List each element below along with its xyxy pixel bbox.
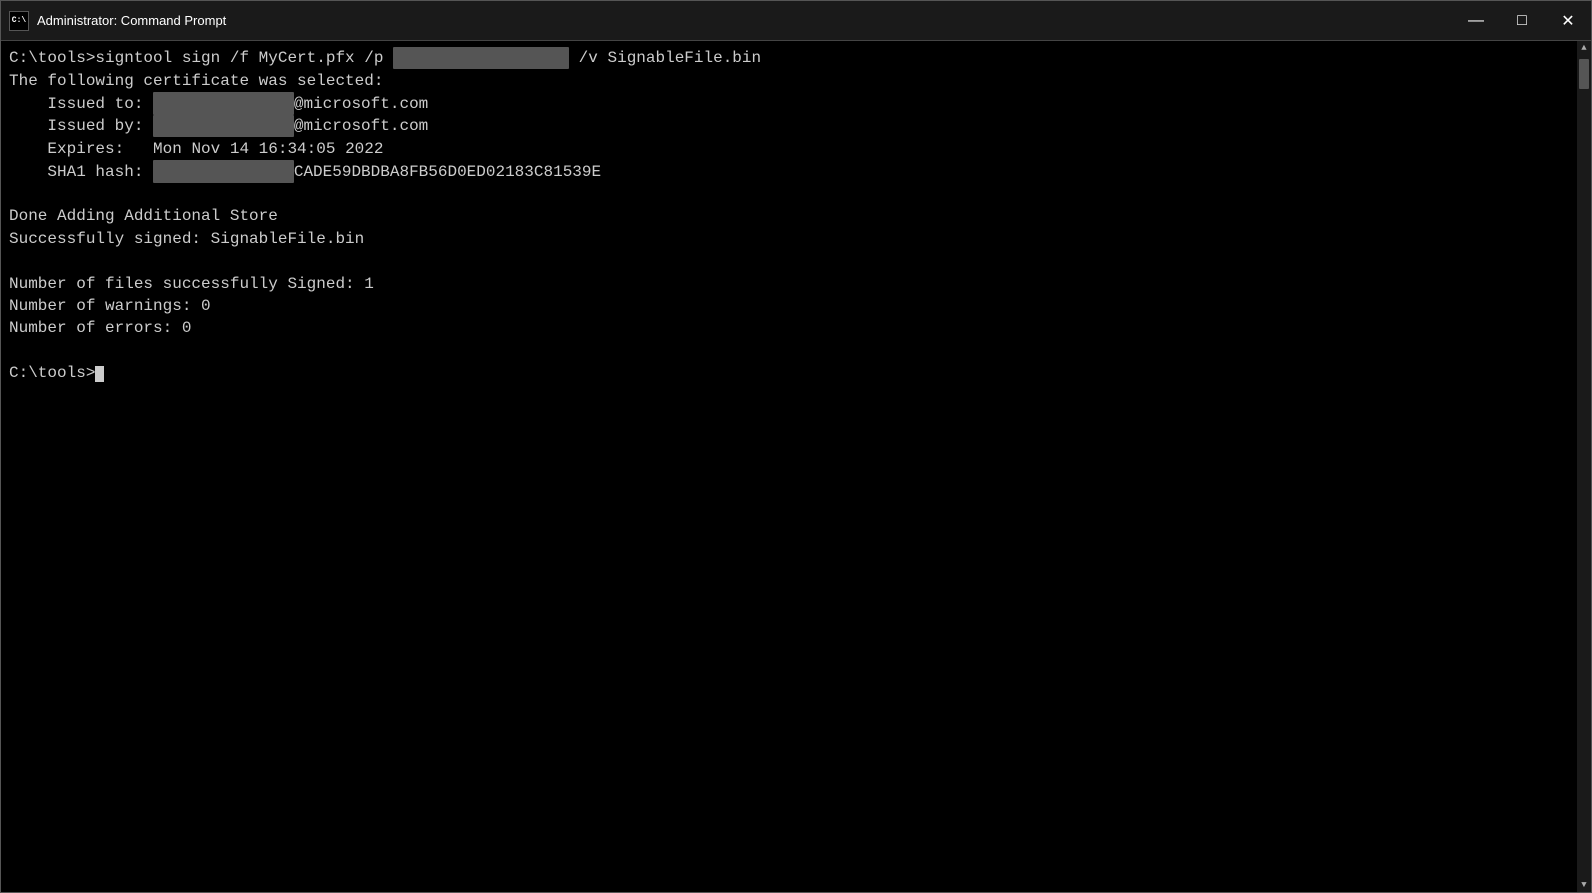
expires-line: Expires: Mon Nov 14 16:34:05 2022 — [9, 140, 383, 158]
minimize-button[interactable]: — — [1453, 1, 1499, 41]
issued-to-line: Issued to: @microsoft.com — [9, 95, 428, 113]
issued-by-redacted — [153, 115, 294, 137]
title-bar: C:\ Administrator: Command Prompt — □ ✕ — [1, 1, 1591, 41]
cert-header-line: The following certificate was selected: — [9, 72, 383, 90]
scrollbar-track[interactable] — [1577, 55, 1591, 878]
password-redacted — [393, 47, 569, 69]
cmd-icon: C:\ — [9, 11, 29, 31]
terminal-body[interactable]: C:\tools>signtool sign /f MyCert.pfx /p … — [1, 41, 1591, 892]
files-signed-line: Number of files successfully Signed: 1 — [9, 275, 374, 293]
cmd-icon-text: C:\ — [12, 16, 26, 25]
window-controls: — □ ✕ — [1453, 1, 1591, 41]
maximize-button[interactable]: □ — [1499, 1, 1545, 41]
scrollbar[interactable]: ▲ ▼ — [1577, 41, 1591, 892]
window-title: Administrator: Command Prompt — [37, 13, 226, 28]
cursor — [95, 366, 104, 382]
issued-by-line: Issued by: @microsoft.com — [9, 117, 428, 135]
new-prompt: C:\tools> — [9, 364, 104, 382]
signed-line: Successfully signed: SignableFile.bin — [9, 230, 364, 248]
sha1-redacted — [153, 160, 294, 182]
sha1-line: SHA1 hash: CADE59DBDBA8FB56D0ED02183C815… — [9, 163, 601, 181]
cmd-window: C:\ Administrator: Command Prompt — □ ✕ … — [0, 0, 1592, 893]
command-line: C:\tools>signtool sign /f MyCert.pfx /p … — [9, 49, 761, 67]
errors-line: Number of errors: 0 — [9, 319, 191, 337]
issued-to-redacted — [153, 92, 294, 114]
scroll-down-button[interactable]: ▼ — [1577, 878, 1591, 892]
scrollbar-thumb[interactable] — [1579, 59, 1589, 89]
terminal-output: C:\tools>signtool sign /f MyCert.pfx /p … — [9, 47, 1583, 385]
done-line: Done Adding Additional Store — [9, 207, 278, 225]
warnings-line: Number of warnings: 0 — [9, 297, 211, 315]
close-button[interactable]: ✕ — [1545, 1, 1591, 41]
title-bar-left: C:\ Administrator: Command Prompt — [9, 11, 226, 31]
scroll-up-button[interactable]: ▲ — [1577, 41, 1591, 55]
